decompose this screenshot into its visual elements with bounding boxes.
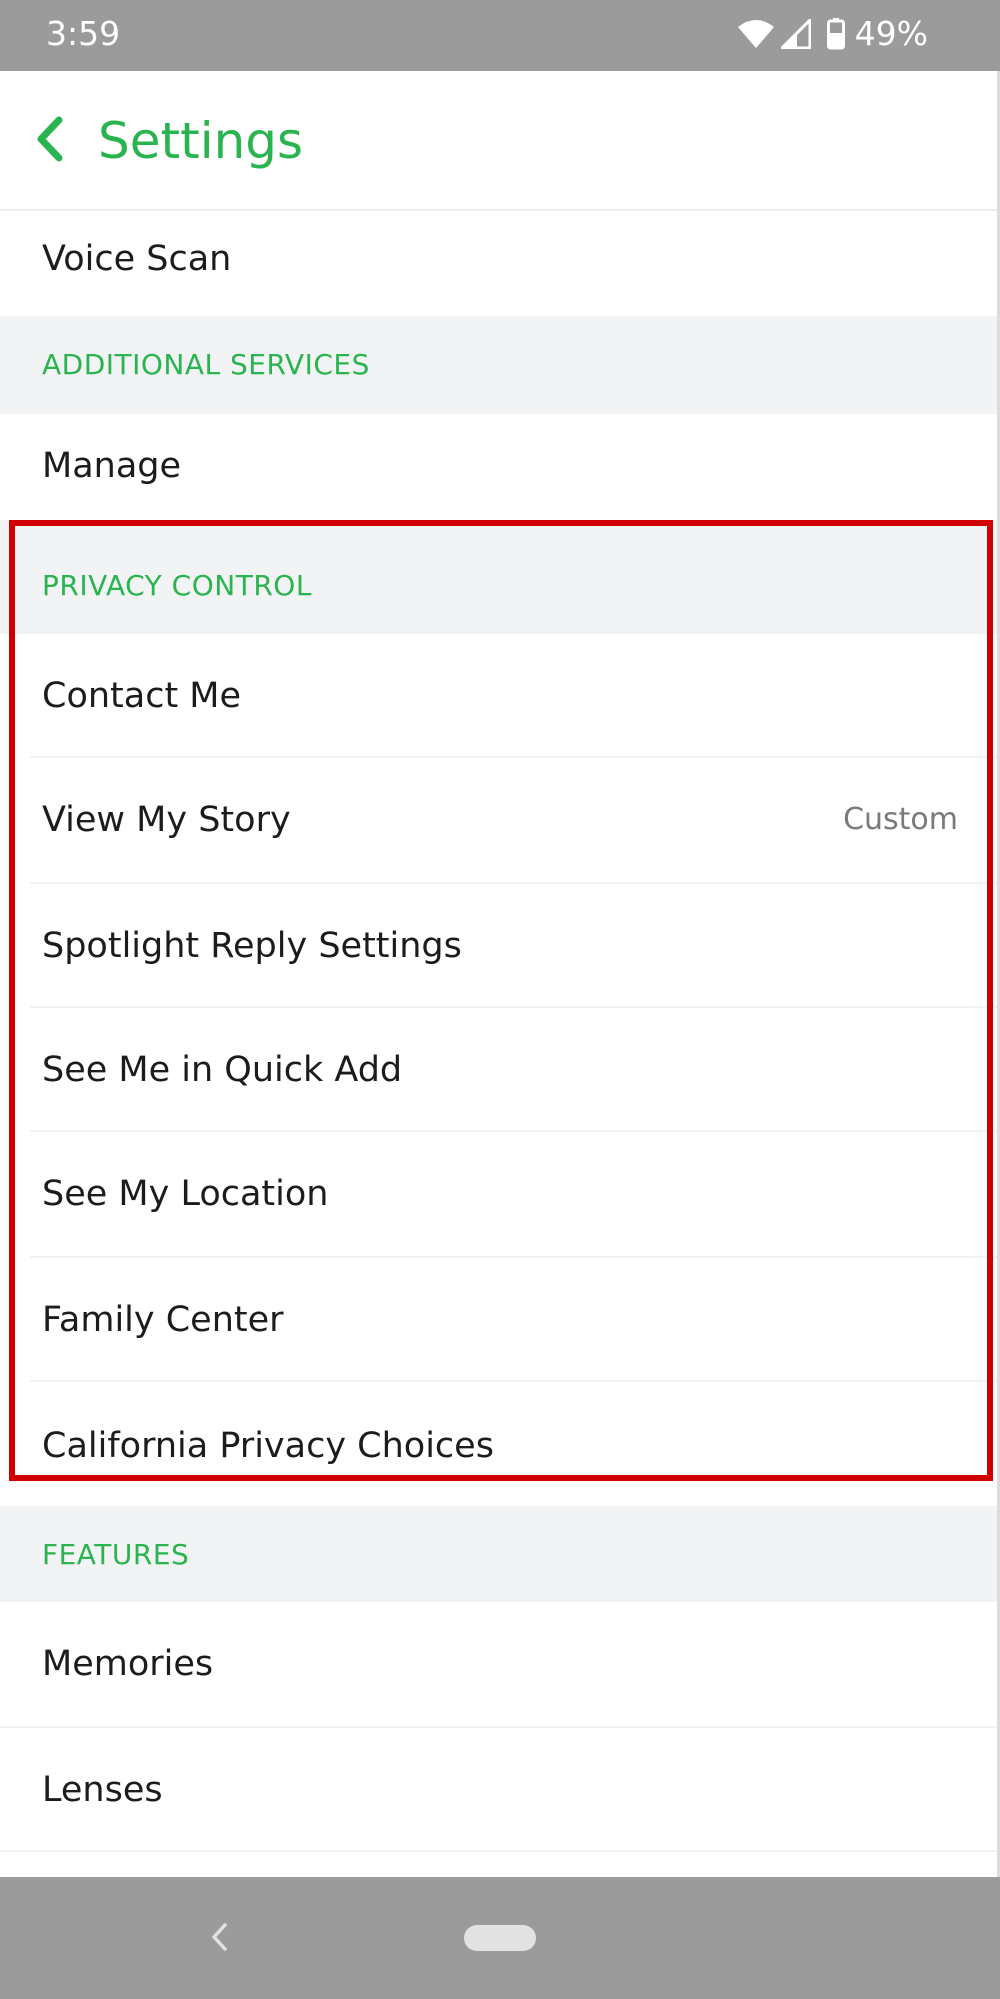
page-title: Settings: [98, 112, 304, 170]
row-label: Contact Me: [42, 676, 242, 716]
row-label: Lenses: [42, 1770, 163, 1810]
row-label: Memories: [42, 1644, 214, 1684]
chevron-left-icon: [35, 116, 65, 166]
settings-row-view-my-story[interactable]: View My Story Custom: [0, 758, 1000, 882]
row-label: View My Story: [42, 800, 291, 840]
battery-percent: 49%: [854, 14, 928, 53]
header: Settings: [0, 71, 1000, 211]
row-label: Voice Scan: [42, 239, 232, 279]
row-label: California Privacy Choices: [42, 1426, 494, 1466]
signal-icon: [780, 19, 811, 49]
row-label: Manage: [42, 446, 182, 486]
settings-row-voice-scan[interactable]: Voice Scan: [0, 213, 1000, 316]
section-label: PRIVACY CONTROL: [42, 569, 312, 602]
settings-row-family-center[interactable]: Family Center: [0, 1258, 1000, 1380]
settings-row-california-privacy[interactable]: California Privacy Choices: [0, 1382, 1000, 1506]
settings-row-lenses[interactable]: Lenses: [0, 1728, 1000, 1850]
settings-row-memories[interactable]: Memories: [0, 1602, 1000, 1726]
row-label: See My Location: [42, 1174, 329, 1214]
settings-row-manage[interactable]: Manage: [0, 414, 1000, 520]
row-label: Family Center: [42, 1300, 284, 1340]
home-pill-icon[interactable]: [464, 1925, 536, 1951]
status-icons: 49%: [737, 14, 928, 54]
status-time: 3:59: [46, 14, 121, 53]
wifi-icon: [737, 19, 775, 49]
nav-back-icon[interactable]: [208, 1921, 232, 1957]
settings-row-contact-me[interactable]: Contact Me: [0, 634, 1000, 756]
row-label: See Me in Quick Add: [42, 1050, 403, 1090]
row-label: Spotlight Reply Settings: [42, 926, 462, 966]
status-bar: 3:59 49%: [0, 0, 1000, 71]
section-label: ADDITIONAL SERVICES: [42, 348, 370, 381]
back-button[interactable]: [28, 113, 72, 169]
battery-icon: [826, 18, 845, 50]
navigation-bar: [0, 1877, 1000, 1999]
row-value: Custom: [843, 802, 958, 837]
section-header-additional-services: ADDITIONAL SERVICES: [0, 316, 1000, 414]
settings-row-quick-add[interactable]: See Me in Quick Add: [0, 1008, 1000, 1130]
section-header-features: FEATURES: [0, 1506, 1000, 1602]
section-label: FEATURES: [42, 1538, 190, 1571]
section-header-privacy-control: PRIVACY CONTROL: [0, 520, 1000, 634]
settings-row-spotlight-reply[interactable]: Spotlight Reply Settings: [0, 884, 1000, 1006]
settings-row-see-my-location[interactable]: See My Location: [0, 1132, 1000, 1256]
divider: [0, 1850, 1000, 1852]
